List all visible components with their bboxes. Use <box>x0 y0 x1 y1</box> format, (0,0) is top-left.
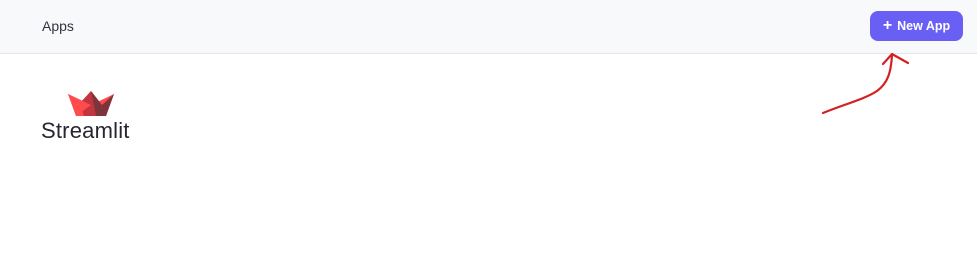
page: Apps + New App Streamlit <box>0 0 977 280</box>
apps-nav-link[interactable]: Apps <box>42 18 74 34</box>
streamlit-logo: Streamlit <box>41 89 151 149</box>
new-app-button-label: New App <box>897 19 951 33</box>
plus-icon: + <box>882 16 893 34</box>
streamlit-wordmark: Streamlit <box>41 118 130 143</box>
new-app-button[interactable]: + New App <box>870 11 963 41</box>
annotation-arrow-icon <box>821 52 910 115</box>
streamlit-boat-logo-icon <box>68 91 114 116</box>
